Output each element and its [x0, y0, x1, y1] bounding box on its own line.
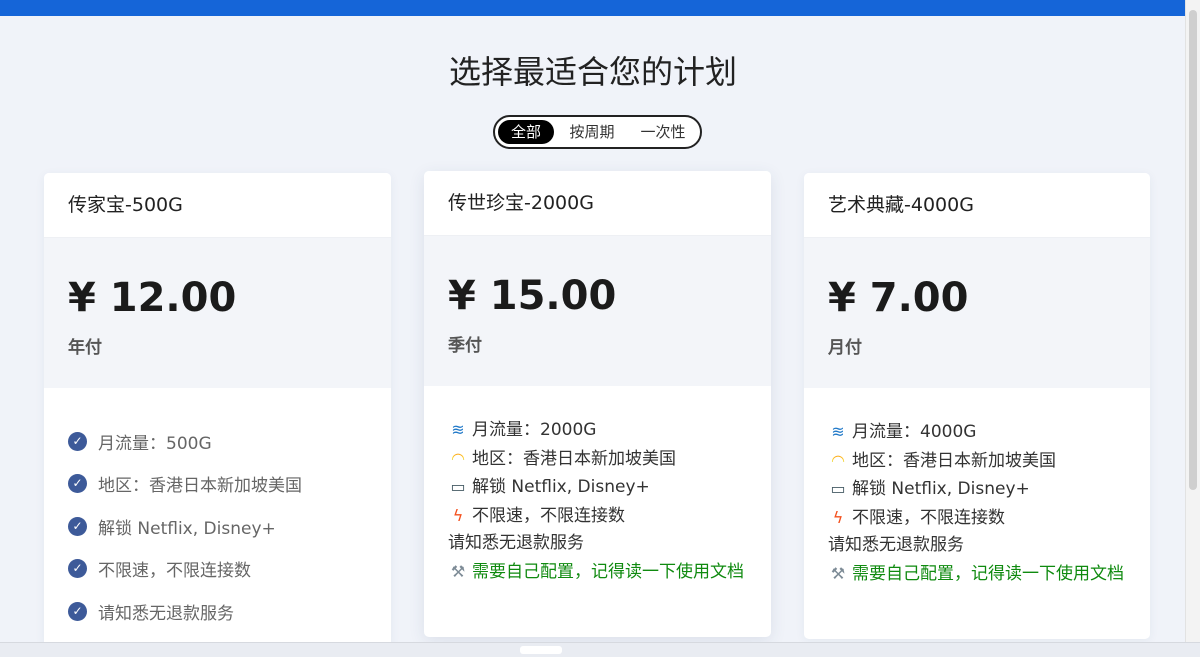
tv-icon: ▭ [830, 479, 846, 498]
plan-name: 传世珍宝-2000G [424, 171, 771, 236]
feature-text: 解锁 Netflix, Disney+ [852, 479, 1030, 499]
wave-icon: ≋ [831, 422, 845, 441]
feature-text: 请知悉无退款服务 [448, 533, 584, 553]
check-circle-icon: ✓ [68, 559, 87, 579]
feature-list: ✓ 月流量：500G ✓ 地区：香港日本新加坡美国 ✓ 解锁 Netflix, … [44, 388, 391, 633]
filter-option-all[interactable]: 全部 [498, 120, 554, 144]
feature-item: ✓ 请知悉无退款服务 [68, 590, 367, 633]
feature-text: 不限速，不限连接数 [852, 507, 1005, 528]
feature-item: 请知悉无退款服务 [828, 532, 1126, 560]
feature-item: ≋ 月流量：2000G [448, 416, 747, 445]
feature-item: ✓ 不限速，不限连接数 [68, 548, 367, 591]
feature-text: 解锁 Netflix, Disney+ [98, 518, 276, 539]
plan-card[interactable]: 传家宝-500G ¥ 12.00 年付 ✓ 月流量：500G ✓ 地区：香港日本… [44, 173, 391, 648]
feature-text: 月流量：2000G [472, 420, 597, 440]
check-circle-icon: ✓ [68, 516, 87, 536]
plan-price: ¥ 12.00 [68, 275, 237, 321]
feature-item: ϟ 不限速，不限连接数 [828, 504, 1126, 533]
feature-text: 地区：香港日本新加坡美国 [852, 450, 1056, 471]
feature-item: ▭ 解锁 Netflix, Disney+ [828, 475, 1126, 504]
lightning-icon: ϟ [452, 505, 464, 525]
price-section: ¥ 7.00 月付 [804, 238, 1150, 388]
price-section: ¥ 15.00 季付 [424, 236, 771, 386]
plan-period: 季付 [448, 336, 482, 356]
plan-name: 传家宝-500G [44, 173, 391, 238]
lightning-icon: ϟ [832, 507, 844, 527]
feature-text: 地区：香港日本新加坡美国 [98, 476, 302, 497]
plan-filter-toggle: 全部 按周期 一次性 [493, 115, 702, 149]
rainbow-icon: ◠ [828, 447, 848, 475]
feature-item: ✓ 地区：香港日本新加坡美国 [68, 463, 367, 506]
plan-card[interactable]: 艺术典藏-4000G ¥ 7.00 月付 ≋ 月流量：4000G ◠ 地区：香港日本… [804, 173, 1150, 639]
feature-item: ▭ 解锁 Netflix, Disney+ [448, 473, 747, 502]
feature-item: ✓ 解锁 Netflix, Disney+ [68, 505, 367, 548]
scrollbar-thumb[interactable] [1189, 10, 1197, 490]
plan-price: ¥ 15.00 [448, 273, 617, 319]
feature-item: 请知悉无退款服务 [448, 530, 747, 558]
wrench-icon: ⚒ [830, 563, 846, 583]
tv-icon: ▭ [450, 477, 466, 496]
filter-option-one-time[interactable]: 一次性 [631, 120, 695, 144]
feature-text: 解锁 Netflix, Disney+ [472, 477, 650, 497]
feature-text: 不限速，不限连接数 [472, 505, 625, 526]
feature-item: ✓ 月流量：500G [68, 420, 367, 463]
feature-text: 月流量：500G [98, 433, 212, 454]
plan-price: ¥ 7.00 [828, 275, 969, 321]
check-circle-icon: ✓ [68, 474, 87, 494]
config-note: 需要自己配置，记得读一下使用文档 [852, 563, 1124, 584]
feature-item: ϟ 不限速，不限连接数 [448, 502, 747, 531]
top-header-bar [0, 0, 1186, 16]
feature-item: ≋ 月流量：4000G [828, 418, 1126, 447]
feature-item: ⚒ 需要自己配置，记得读一下使用文档 [448, 558, 747, 587]
rainbow-icon: ◠ [448, 445, 468, 473]
scrollbar-thumb[interactable] [520, 646, 562, 654]
vertical-scrollbar[interactable] [1185, 0, 1200, 642]
feature-item: ◠ 地区：香港日本新加坡美国 [448, 445, 747, 474]
plan-name: 艺术典藏-4000G [804, 173, 1150, 238]
feature-list: ≋ 月流量：4000G ◠ 地区：香港日本新加坡美国 ▭ 解锁 Netflix, Di… [804, 388, 1150, 588]
feature-item: ⚒ 需要自己配置，记得读一下使用文档 [828, 560, 1126, 589]
feature-text: 不限速，不限连接数 [98, 561, 251, 582]
plan-card[interactable]: 传世珍宝-2000G ¥ 15.00 季付 ≋ 月流量：2000G ◠ 地区：香港日… [424, 171, 771, 637]
feature-text: 地区：香港日本新加坡美国 [472, 448, 676, 469]
check-circle-icon: ✓ [68, 601, 87, 621]
feature-text: 请知悉无退款服务 [828, 535, 964, 555]
page-title: 选择最适合您的计划 [448, 53, 737, 91]
filter-option-periodic[interactable]: 按周期 [559, 120, 625, 144]
feature-text: 请知悉无退款服务 [98, 603, 234, 624]
check-circle-icon: ✓ [68, 431, 87, 451]
wrench-icon: ⚒ [450, 561, 466, 581]
feature-text: 月流量：4000G [852, 422, 977, 442]
price-section: ¥ 12.00 年付 [44, 238, 391, 388]
feature-list: ≋ 月流量：2000G ◠ 地区：香港日本新加坡美国 ▭ 解锁 Netflix, Di… [424, 386, 771, 586]
wave-icon: ≋ [451, 420, 465, 439]
plan-period: 月付 [828, 338, 862, 358]
horizontal-scrollbar[interactable] [0, 642, 1200, 657]
feature-item: ◠ 地区：香港日本新加坡美国 [828, 447, 1126, 476]
plan-period: 年付 [68, 338, 102, 358]
config-note: 需要自己配置，记得读一下使用文档 [472, 561, 744, 582]
